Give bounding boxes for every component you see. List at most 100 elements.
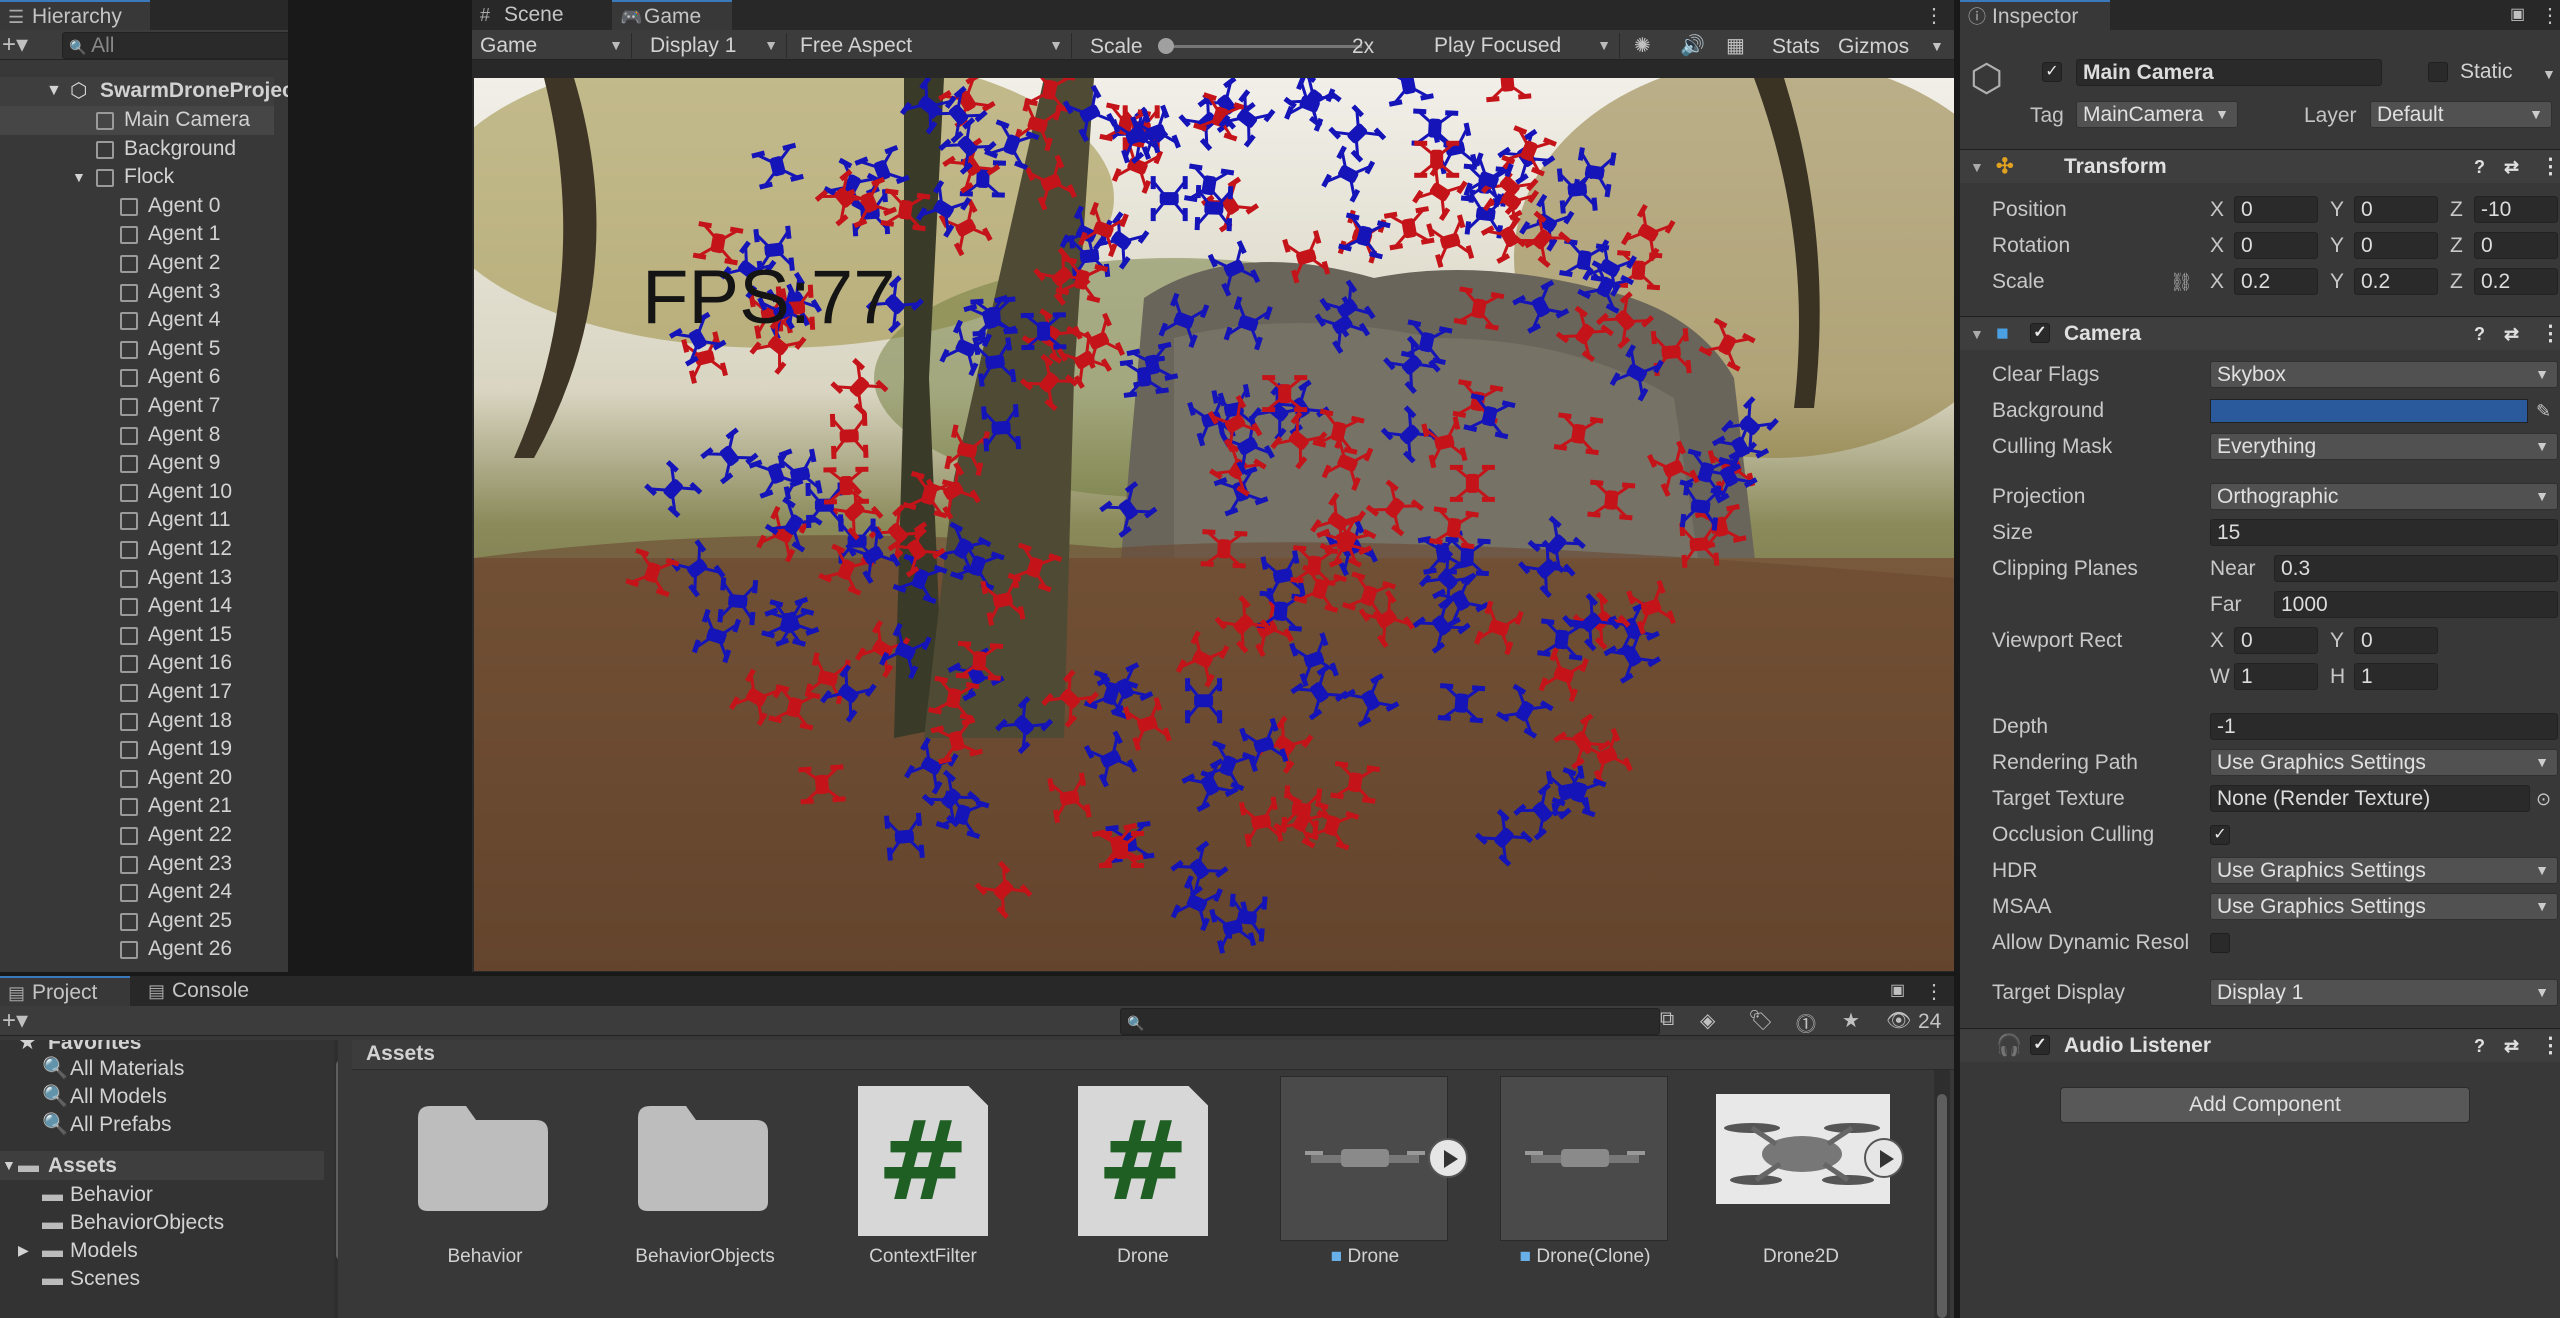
transform-header[interactable]: ▼ ✣ Transform ? ⇄ ⋮ [1960,149,2560,183]
rendering-path-dropdown[interactable]: Use Graphics Settings ▼ [2210,749,2558,776]
hierarchy-search-input[interactable]: 🔍 All [62,32,288,59]
position-x-field[interactable]: 0 [2234,196,2318,223]
expand-arrow-icon[interactable]: ▼ [46,77,62,106]
play-icon[interactable] [1428,1138,1468,1178]
hierarchy-item[interactable]: Agent 13 [0,564,274,593]
tag-dropdown[interactable]: MainCamera ▼ [2076,101,2238,128]
target-texture-field[interactable]: None (Render Texture) [2210,785,2530,812]
rotation-y-field[interactable]: 0 [2354,232,2438,259]
folder-behaviorobjects[interactable]: ▬ BehaviorObjects [0,1208,324,1237]
hierarchy-item[interactable]: Agent 15 [0,621,274,650]
help-icon[interactable]: ? [2474,150,2485,184]
hierarchy-item[interactable]: Agent 23 [0,850,274,879]
folder-scenes[interactable]: ▬ Scenes [0,1264,324,1293]
static-caret-icon[interactable]: ▼ [2542,66,2556,82]
hierarchy-item[interactable]: Agent 22 [0,821,274,850]
favorite-all-materials[interactable]: 🔍 All Materials [0,1054,324,1083]
hierarchy-item[interactable]: Agent 6 [0,363,274,392]
lock-icon[interactable]: ▣ [1890,980,1905,1000]
preset-icon[interactable]: ⇄ [2504,150,2519,184]
add-component-button[interactable]: Add Component [2060,1087,2470,1123]
layer-dropdown[interactable]: Default ▼ [2370,101,2552,128]
grid-icon[interactable]: ▦ [1726,33,1745,58]
star-icon[interactable]: ★ [1842,1008,1860,1033]
audio-listener-checkbox[interactable]: ✓ [2030,1035,2050,1055]
preset-icon[interactable]: ⇄ [2504,317,2519,351]
object-picker-icon[interactable]: ⊙ [2536,782,2551,816]
size-field[interactable]: 15 [2210,519,2558,546]
project-search-input[interactable]: 🔍 [1120,1008,1660,1035]
culling-mask-dropdown[interactable]: Everything ▼ [2210,433,2558,460]
far-field[interactable]: 1000 [2274,591,2558,618]
tab-scene[interactable]: # Scene [472,0,602,30]
game-viewport[interactable]: FPS:77 [474,78,1954,971]
hierarchy-item[interactable]: Agent 17 [0,678,274,707]
projection-dropdown[interactable]: Orthographic ▼ [2210,483,2558,510]
lock-icon[interactable]: ▣ [2510,4,2525,24]
project-tree-scrollbar[interactable] [334,1040,338,1318]
hierarchy-item[interactable]: Agent 10 [0,478,274,507]
clear-flags-dropdown[interactable]: Skybox ▼ [2210,361,2558,388]
kebab-menu-icon[interactable]: ⋮ [2540,317,2560,351]
tab-hierarchy[interactable]: ☰ Hierarchy [0,0,150,30]
viewport-h-field[interactable]: 1 [2354,663,2438,690]
assets-scroll-thumb[interactable] [1937,1094,1947,1318]
play-mode-dropdown[interactable]: Play Focused ▼ [1426,33,1620,58]
gizmos-button[interactable]: Gizmos [1838,35,1909,59]
scale-y-field[interactable]: 0.2 [2354,268,2438,295]
position-z-field[interactable]: -10 [2474,196,2558,223]
favorite-all-prefabs[interactable]: 🔍 All Prefabs [0,1110,324,1139]
asset-folder-behavior[interactable]: Behavior [400,1076,570,1276]
scale-z-field[interactable]: 0.2 [2474,268,2558,295]
assets-root[interactable]: ▼ ▬ Assets [0,1151,324,1180]
background-color-swatch[interactable] [2210,399,2528,423]
hierarchy-item[interactable]: Agent 1 [0,220,274,249]
label-icon[interactable]: 🏷 [1748,1008,1773,1033]
hierarchy-item[interactable]: Agent 24 [0,878,274,907]
viewport-w-field[interactable]: 1 [2234,663,2318,690]
tab-game[interactable]: 🎮 Game [612,0,732,30]
scale-slider[interactable] [1162,45,1362,48]
hierarchy-item[interactable]: Agent 12 [0,535,274,564]
eyedropper-icon[interactable]: ✎ [2536,394,2551,428]
display-dropdown[interactable]: Display 1 ▼ [642,33,787,58]
object-name-field[interactable]: Main Camera [2076,59,2382,86]
hierarchy-item[interactable]: Agent 14 [0,592,274,621]
rotation-x-field[interactable]: 0 [2234,232,2318,259]
help-icon[interactable]: ? [2474,317,2485,351]
display-mode-dropdown[interactable]: Game ▼ [472,33,632,58]
hierarchy-item[interactable]: Agent 2 [0,249,274,278]
constrain-proportions-icon[interactable]: ⛓ [2170,265,2193,299]
expand-arrow-icon[interactable]: ▼ [72,163,86,192]
warning-icon[interactable]: ⓵ [1796,1008,1816,1037]
hierarchy-item[interactable]: Main Camera [0,106,274,135]
hierarchy-item[interactable]: Agent 4 [0,306,274,335]
static-checkbox[interactable] [2428,62,2448,82]
project-tree-scroll-thumb[interactable] [336,1060,338,1260]
hierarchy-item[interactable]: ▼ Flock [0,163,274,192]
fold-arrow-icon[interactable]: ▼ [1970,317,1984,351]
asset-folder-behaviorobjects[interactable]: BehaviorObjects [620,1076,790,1276]
gizmos-caret-icon[interactable]: ▼ [1930,38,1944,54]
msaa-dropdown[interactable]: Use Graphics Settings ▼ [2210,893,2558,920]
hierarchy-item[interactable]: Agent 19 [0,735,274,764]
audio-icon[interactable]: 🔊 [1680,33,1705,58]
eye-icon[interactable]: 👁 [1886,1008,1911,1033]
hierarchy-item[interactable]: Agent 11 [0,506,274,535]
near-field[interactable]: 0.3 [2274,555,2558,582]
tab-inspector[interactable]: ⓘ Inspector [1960,0,2110,30]
active-checkbox[interactable]: ✓ [2042,62,2062,82]
hierarchy-item[interactable]: Agent 9 [0,449,274,478]
kebab-menu-icon[interactable]: ⋮ [1924,3,1944,28]
asset-prefab-drone-clone[interactable]: ■ Drone(Clone) [1500,1076,1670,1276]
asset-prefab-drone[interactable]: ■ Drone [1280,1076,1468,1276]
scale-slider-handle[interactable] [1158,38,1174,54]
stats-button[interactable]: Stats [1772,35,1820,59]
favorite-all-models[interactable]: 🔍 All Models [0,1082,324,1111]
tab-project[interactable]: ▤ Project [0,976,130,1006]
fold-arrow-icon[interactable]: ▼ [1970,150,1984,184]
hierarchy-item[interactable]: Agent 8 [0,421,274,450]
hierarchy-item[interactable]: Agent 20 [0,764,274,793]
occlusion-checkbox[interactable]: ✓ [2210,825,2230,845]
kebab-menu-icon[interactable]: ⋮ [1924,979,1944,1004]
